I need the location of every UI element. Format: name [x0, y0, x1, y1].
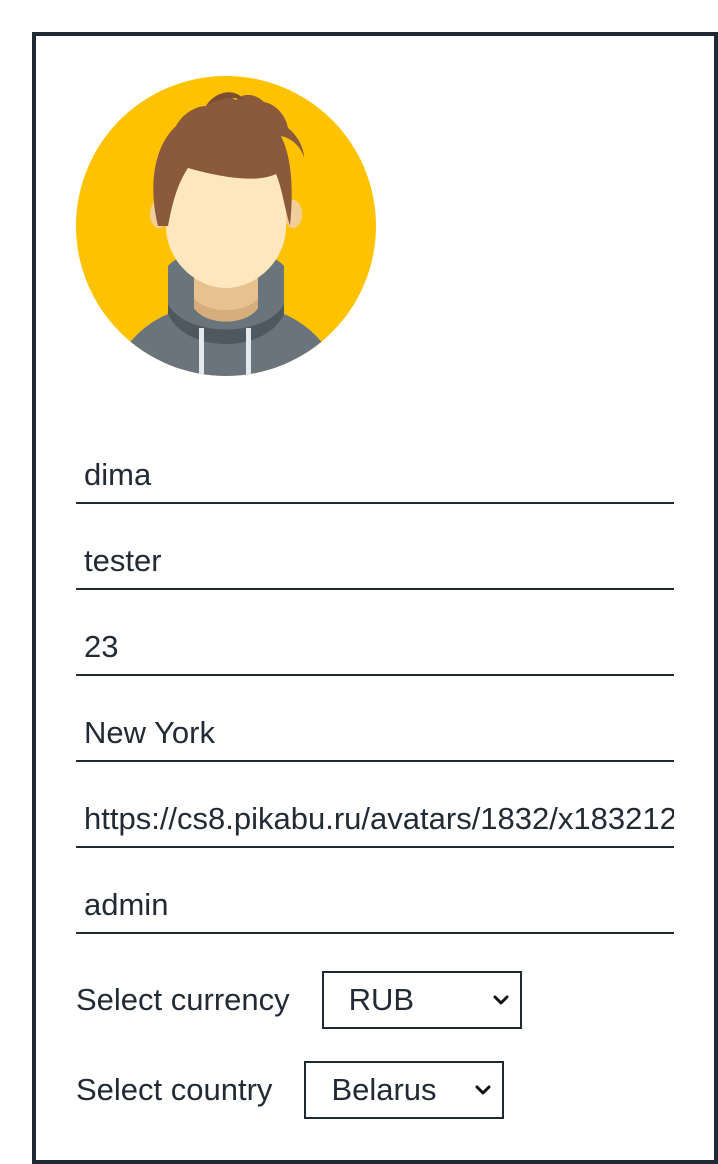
name-field[interactable] — [76, 448, 674, 504]
avatar-url-field[interactable] — [76, 792, 674, 848]
currency-select[interactable]: RUB — [321, 971, 522, 1029]
surname-input[interactable] — [76, 534, 674, 588]
name-input[interactable] — [76, 448, 674, 502]
country-label: Select country — [76, 1072, 273, 1107]
person-avatar-icon — [76, 76, 376, 376]
currency-selected-value: RUB — [348, 982, 415, 1017]
chevron-down-icon — [493, 995, 509, 1005]
surname-field[interactable] — [76, 534, 674, 590]
age-field[interactable] — [76, 620, 674, 676]
age-input[interactable] — [76, 620, 674, 674]
country-row: Select country Belarus — [76, 1061, 505, 1119]
chevron-down-icon — [475, 1085, 491, 1095]
country-selected-value: Belarus — [331, 1072, 437, 1107]
currency-label: Select currency — [76, 982, 290, 1017]
avatar-url-input[interactable] — [76, 792, 674, 846]
city-input[interactable] — [76, 706, 674, 760]
role-field[interactable] — [76, 878, 674, 934]
country-select[interactable]: Belarus — [304, 1061, 505, 1119]
currency-row: Select currency RUB — [76, 971, 522, 1029]
profile-card: Select currency RUB Select country Belar… — [32, 32, 718, 1164]
avatar — [76, 76, 376, 376]
role-input[interactable] — [76, 878, 674, 932]
city-field[interactable] — [76, 706, 674, 762]
